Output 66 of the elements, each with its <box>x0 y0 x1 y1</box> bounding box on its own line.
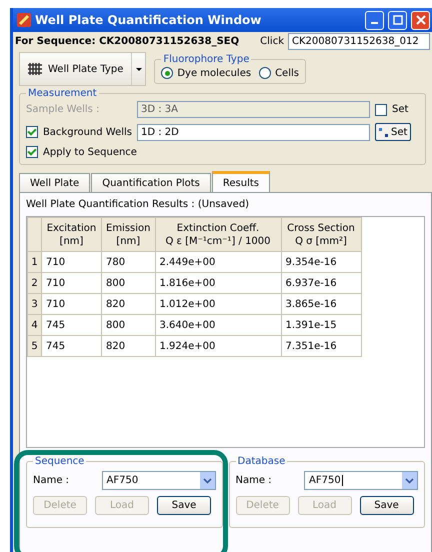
row-number: 2 <box>28 272 42 294</box>
click-field[interactable]: CK20080731152638_012 <box>288 32 430 50</box>
row-number: 4 <box>28 314 42 336</box>
group-title: Sequence <box>34 456 86 467</box>
table-cell: 710 <box>42 272 102 294</box>
well-plate-type-button[interactable]: Well Plate Type <box>19 52 146 86</box>
table-cell: 3.865e-16 <box>281 294 361 314</box>
panel-button[interactable]: Save <box>157 496 211 515</box>
apply-to-sequence-checkbox[interactable]: Apply to Sequence <box>26 146 137 158</box>
table-cell: 1.816e+00 <box>155 272 281 294</box>
name-label: Name : <box>236 475 272 486</box>
background-wells-field[interactable]: 1D : 2D <box>137 124 370 140</box>
results-title: Well Plate Quantification Results : (Unsaved) <box>26 199 250 210</box>
chevron-down-icon <box>405 478 414 484</box>
table-cell: 2.449e+00 <box>155 252 281 272</box>
caret-icon <box>136 68 142 70</box>
panel-button[interactable]: Save <box>360 496 414 515</box>
table-cell: 1.012e+00 <box>155 294 281 314</box>
grid-icon <box>28 63 42 75</box>
table-cell: 780 <box>102 252 155 272</box>
table-cell: 745 <box>42 336 102 356</box>
close-button[interactable] <box>411 10 430 30</box>
tab[interactable]: Quantification Plots <box>91 173 211 192</box>
name-combo[interactable]: AF750 <box>304 471 418 490</box>
table-cell: 1.924e+00 <box>155 336 281 356</box>
column-header: Extinction Coeff. Q ε [M⁻¹cm⁻¹] / 1000 <box>155 218 281 252</box>
table-cell: 7.351e-16 <box>281 336 361 356</box>
table-cell: 3.640e+00 <box>155 314 281 336</box>
set-button[interactable]: Set <box>375 123 412 141</box>
sample-wells-label: Sample Wells : <box>26 104 100 115</box>
name-label: Name : <box>33 475 70 486</box>
tab[interactable]: Well Plate <box>19 173 90 192</box>
table-cell: 820 <box>102 294 155 314</box>
dots-icon <box>379 128 388 136</box>
table-cell: 710 <box>42 294 102 314</box>
click-label: Click <box>260 36 284 46</box>
table-cell: 1.391e-15 <box>281 314 361 336</box>
name-combo[interactable]: AF750 <box>102 471 216 490</box>
window-title: Well Plate Quantification Window <box>35 13 262 27</box>
radio-option[interactable]: Dye molecules <box>161 67 252 79</box>
close-icon <box>416 15 426 25</box>
row-number: 5 <box>28 336 42 356</box>
column-header: Excitation [nm] <box>42 218 102 252</box>
background-wells-checkbox[interactable]: Background Wells <box>26 126 132 138</box>
tab[interactable]: Results <box>212 171 270 192</box>
sequence-label: For Sequence: CK20080731152638_SEQ <box>15 36 240 46</box>
minimize-button[interactable] <box>365 10 384 30</box>
maximize-icon <box>392 15 402 25</box>
table-cell: 800 <box>102 314 155 336</box>
app-icon <box>17 13 31 27</box>
radio-option[interactable]: Cells <box>259 67 299 79</box>
table-cell: 745 <box>42 314 102 336</box>
column-header: Cross Section Q σ [mm²] <box>281 218 361 252</box>
maximize-button[interactable] <box>388 10 407 30</box>
table-cell: 800 <box>102 272 155 294</box>
group-title: Measurement <box>27 88 98 99</box>
group-title: Database <box>236 456 286 467</box>
table-cell: 820 <box>102 336 155 356</box>
table-cell: 9.354e-16 <box>281 252 361 272</box>
column-header: Emission [nm] <box>102 218 155 252</box>
group-title: Fluorophore Type <box>162 54 250 65</box>
row-number: 1 <box>28 252 42 272</box>
row-number: 3 <box>28 294 42 314</box>
table-cell: 710 <box>42 252 102 272</box>
table-cell: 6.937e-16 <box>281 272 361 294</box>
chevron-down-icon <box>202 478 212 484</box>
